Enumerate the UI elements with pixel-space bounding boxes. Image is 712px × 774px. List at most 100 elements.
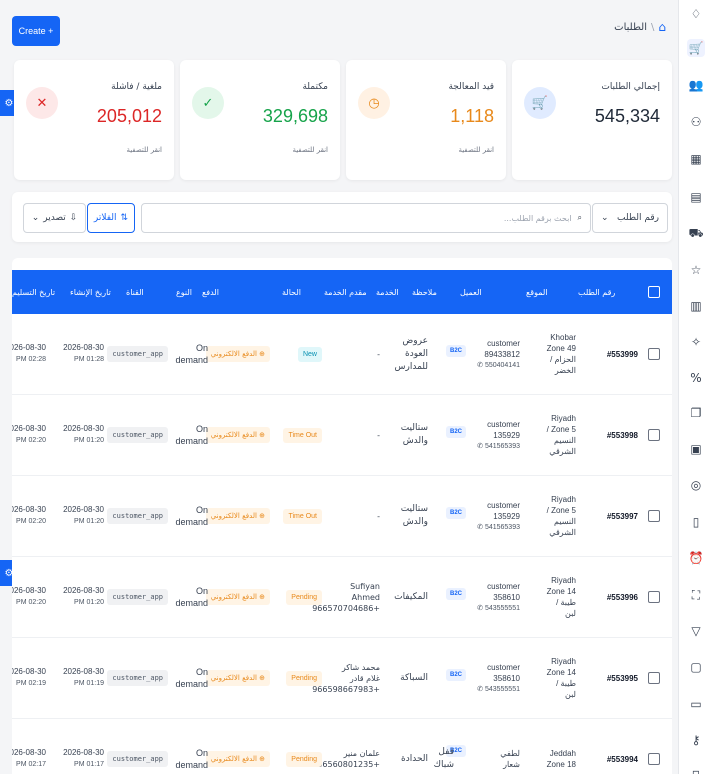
col-status[interactable]: الحالة [282, 270, 332, 314]
col-location[interactable]: الموقع [526, 270, 578, 314]
table-row[interactable]: #553997 Riyadh / Zone 5 النسيم الشرقي custo… [12, 476, 672, 557]
filter-icon[interactable]: ▽ [687, 622, 705, 640]
row-checkbox[interactable] [648, 348, 660, 360]
order-id[interactable]: #553994 [607, 755, 638, 764]
channel-badge: customer_app [107, 508, 168, 524]
stat-card-processing[interactable]: قيد المعالجة 1,118 انقر للتصفية ◷ [346, 60, 506, 180]
customer-name[interactable]: customer [487, 500, 520, 511]
text-line: demand [175, 598, 208, 608]
row-checkbox[interactable] [648, 510, 660, 522]
sparkle-icon[interactable]: ✧ [687, 333, 705, 351]
customer-phone: 541565393 [484, 442, 520, 450]
col-provider[interactable]: مقدم الخدمة [324, 270, 382, 314]
select-all-checkbox[interactable] [648, 286, 660, 298]
table-row[interactable]: #553998 Riyadh / Zone 5 النسيم الشرقي custo… [12, 395, 672, 476]
bar-chart-icon[interactable]: ▥ [687, 297, 705, 315]
customer-name[interactable]: customer [487, 419, 520, 430]
percent-icon[interactable]: % [687, 369, 705, 387]
customer-name[interactable]: customer [487, 662, 520, 673]
cell-location: Khobar Zone 49 / الحزام الخضر [524, 314, 576, 394]
cell-status: Pending [272, 557, 322, 637]
row-checkbox[interactable] [648, 591, 660, 603]
delivered-date: 2026-08-30 [12, 667, 46, 676]
text-line: محمد شاكر [341, 662, 380, 672]
order-id[interactable]: #553998 [607, 431, 638, 440]
text-line: / طيبة [556, 679, 576, 688]
clock-icon: ◷ [358, 87, 390, 119]
order-id[interactable]: #553997 [607, 512, 638, 521]
cell-type: On demand [168, 314, 208, 394]
payment-label: الدفع الالكتروني [210, 593, 257, 601]
table-row[interactable]: #553995 Riyadh Zone 14 / طيبة لبن customer 3… [12, 638, 672, 719]
bell-icon[interactable]: ♢ [687, 5, 705, 23]
cell-status: Pending [272, 638, 322, 718]
search-input[interactable]: ⌕ ابحث برقم الطلب... [141, 203, 591, 233]
cell-created: 2026-08-30 PM 01:20 [48, 395, 104, 475]
cell-customer: customer 135929 ✆ 541565393 [462, 476, 520, 556]
filter-bar: ⇩ تصدير ⌄ ⇅ الفلاتر ⌕ ابحث برقم الطلب...… [12, 192, 672, 242]
cart-nav-icon[interactable]: 🛒 [687, 39, 705, 57]
col-order-id[interactable]: رقم الطلب [578, 270, 638, 314]
text-line: demand [175, 436, 208, 446]
home-icon[interactable]: ⌂ [658, 20, 666, 34]
create-button[interactable]: Create + [12, 16, 60, 46]
text-line: - [377, 349, 380, 359]
col-service[interactable]: الخدمة [376, 270, 426, 314]
clipboard-icon[interactable]: ▭ [687, 695, 705, 713]
cell-provider: علمان منير 966560801235+ [312, 719, 380, 774]
user-icon[interactable]: ⚇ [687, 113, 705, 131]
stat-value: 329,698 [262, 106, 328, 126]
export-button[interactable]: ⇩ تصدير ⌄ [23, 203, 86, 233]
customer-name[interactable]: لطفي [500, 748, 520, 759]
order-id[interactable]: #553995 [607, 674, 638, 683]
row-checkbox[interactable] [648, 429, 660, 441]
table-row[interactable]: #553994 Jeddah Zone 18 لطفي شعار B2C قفل شب… [12, 719, 672, 774]
created-time: PM 01:28 [74, 356, 104, 363]
customer-name[interactable]: customer [487, 581, 520, 592]
col-delivered[interactable]: تاريخ التسليم [12, 270, 72, 314]
text-line: demand [175, 679, 208, 689]
order-id[interactable]: #553999 [607, 350, 638, 359]
file-icon[interactable]: ▢ [687, 658, 705, 676]
customer-name[interactable]: customer [487, 338, 520, 349]
text-line: ستاليت [400, 423, 428, 433]
search-field-select[interactable]: رقم الطلب ⌄ [592, 203, 668, 233]
phone-small-icon: ✆ [477, 604, 485, 612]
wallet-icon[interactable]: ▣ [687, 440, 705, 458]
layers-icon[interactable]: ❐ [687, 404, 705, 422]
table-row[interactable]: #553999 Khobar Zone 49 / الحزام الخضر custo… [12, 314, 672, 395]
phone-small-icon: ✆ [477, 361, 485, 369]
store-icon[interactable]: ▦ [687, 150, 705, 168]
stat-card-completed[interactable]: مكتملة 329,698 انقر للتصفية ✓ [180, 60, 340, 180]
star-icon[interactable]: ☆ [687, 261, 705, 279]
cell-provider: - [324, 476, 380, 556]
key-icon[interactable]: ⚷ [687, 731, 705, 749]
row-checkbox[interactable] [648, 753, 660, 765]
more-icon[interactable]: ▫ [687, 764, 705, 774]
users-icon[interactable]: 👥 [687, 76, 705, 94]
cell-customer: customer 358610 ✆ 543555551 [462, 638, 520, 718]
text-line: السباكة [400, 672, 428, 683]
stat-card-total[interactable]: إجمالي الطلبات 545,334 🛒 [512, 60, 672, 180]
text-line: demand [175, 760, 208, 770]
document-icon[interactable]: ▤ [687, 188, 705, 206]
truck-icon[interactable]: ⛟ [687, 225, 705, 243]
cell-type: On demand [168, 638, 208, 718]
text-line: Zone 49 [546, 344, 576, 353]
phone-icon[interactable]: ▯ [687, 513, 705, 531]
order-id[interactable]: #553996 [607, 593, 638, 602]
cell-provider: - [324, 395, 380, 475]
col-type[interactable]: النوع [176, 270, 216, 314]
col-customer[interactable]: العميل [460, 270, 522, 314]
broadcast-icon[interactable]: ◎ [687, 476, 705, 494]
col-created[interactable]: تاريخ الإنشاء [70, 270, 130, 314]
text-line: 966570704686+ [312, 603, 380, 613]
table-row[interactable]: #553996 Riyadh Zone 14 / طيبة لبن customer 3… [12, 557, 672, 638]
map-icon[interactable]: ⛶ [687, 586, 705, 604]
stat-card-cancelled[interactable]: ملغية / فاشلة 205,012 انقر للتصفية ✕ [14, 60, 174, 180]
filters-button[interactable]: ⇅ الفلاتر [87, 203, 135, 233]
col-channel[interactable]: القناة [126, 270, 176, 314]
alarm-icon[interactable]: ⏰ [687, 549, 705, 567]
row-checkbox[interactable] [648, 672, 660, 684]
channel-badge: customer_app [107, 670, 168, 686]
